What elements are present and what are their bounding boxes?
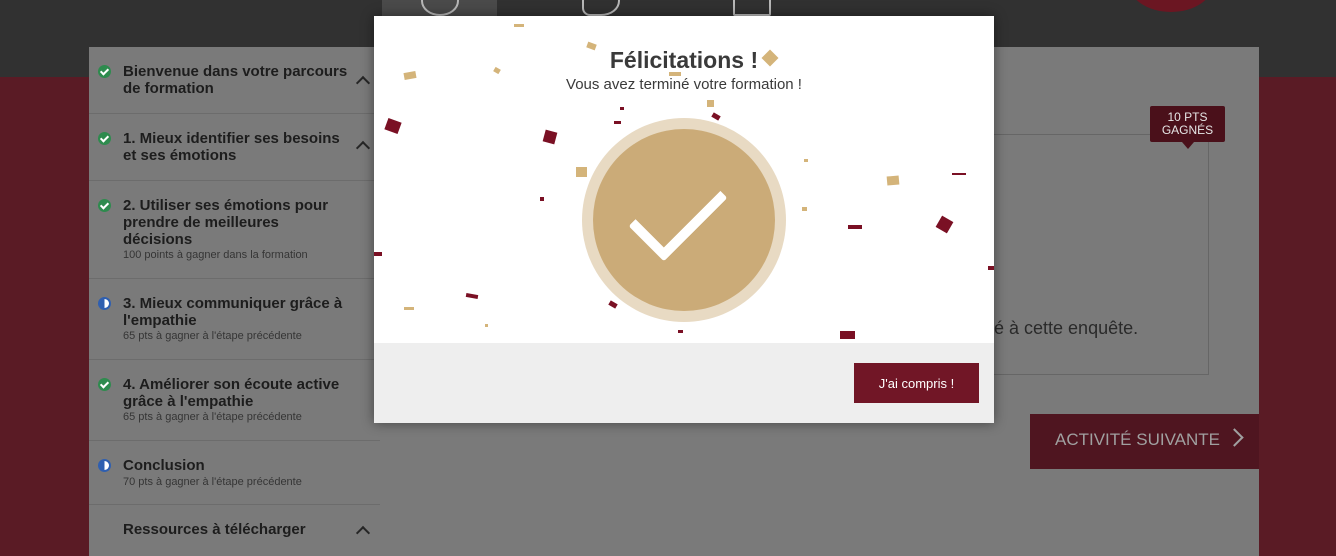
confetti-piece bbox=[514, 24, 524, 27]
chevron-up-icon[interactable] bbox=[355, 75, 371, 91]
confetti-piece bbox=[848, 225, 862, 229]
confetti-piece bbox=[576, 167, 587, 177]
chevron-up-icon[interactable] bbox=[355, 525, 371, 541]
sidebar-step-3[interactable]: 3. Mieux communiquer grâce à l'empathie … bbox=[89, 279, 380, 360]
confetti-piece bbox=[620, 107, 624, 110]
sidebar-step-1[interactable]: 1. Mieux identifier ses besoins et ses é… bbox=[89, 114, 380, 181]
step-title: Bienvenue dans votre parcours de formati… bbox=[123, 63, 348, 97]
check-circle-icon bbox=[582, 118, 786, 322]
confetti-piece bbox=[988, 266, 994, 270]
confirm-button[interactable]: J'ai compris ! bbox=[854, 363, 979, 403]
confetti-piece bbox=[374, 252, 382, 256]
confetti-piece bbox=[384, 117, 402, 135]
checkmark-icon bbox=[628, 162, 728, 262]
confetti-piece bbox=[935, 215, 954, 234]
step-subtitle: 65 pts à gagner à l'étape précédente bbox=[123, 330, 302, 342]
confetti-piece bbox=[678, 330, 683, 333]
sidebar-step-2[interactable]: 2. Utiliser ses émotions pour prendre de… bbox=[89, 181, 380, 279]
step-title: 1. Mieux identifier ses besoins et ses é… bbox=[123, 130, 340, 164]
check-circle-icon bbox=[98, 378, 111, 391]
sidebar-step-welcome[interactable]: Bienvenue dans votre parcours de formati… bbox=[89, 47, 380, 114]
step-title: 3. Mieux communiquer grâce à l'empathie bbox=[123, 295, 343, 329]
step-title: Conclusion bbox=[123, 457, 205, 474]
confetti-piece bbox=[886, 175, 900, 186]
sidebar-step-4[interactable]: 4. Améliorer son écoute active grâce à l… bbox=[89, 360, 380, 441]
clock-icon bbox=[421, 0, 459, 16]
course-sidebar: Bienvenue dans votre parcours de formati… bbox=[89, 47, 380, 556]
sidebar-step-resources[interactable]: Ressources à télécharger bbox=[89, 505, 380, 556]
confetti-piece bbox=[465, 292, 479, 300]
modal-title: Félicitations ! bbox=[609, 47, 759, 73]
confetti-piece bbox=[840, 331, 855, 339]
confetti-piece bbox=[540, 197, 544, 201]
progress-circle-icon bbox=[98, 297, 111, 310]
confetti-piece bbox=[608, 300, 618, 309]
confetti-piece bbox=[711, 112, 721, 121]
step-title: 2. Utiliser ses émotions pour prendre de… bbox=[123, 197, 329, 248]
confetti-piece bbox=[404, 307, 414, 310]
congratulations-modal: Félicitations ! Vous avez terminé votre … bbox=[374, 16, 994, 423]
check-circle-icon bbox=[98, 199, 111, 212]
step-subtitle: 100 points à gagner dans la formation bbox=[123, 249, 308, 261]
modal-footer: J'ai compris ! bbox=[374, 343, 994, 423]
sidebar-step-conclusion[interactable]: Conclusion 70 pts à gagner à l'étape pré… bbox=[89, 441, 380, 505]
check-circle-icon bbox=[98, 132, 111, 145]
points-badge: 10 PTS GAGNÉS bbox=[1150, 106, 1225, 149]
step-subtitle: 70 pts à gagner à l'étape précédente bbox=[123, 476, 302, 488]
modal-subtitle: Vous avez terminé votre formation ! bbox=[566, 76, 802, 93]
chevron-up-icon[interactable] bbox=[355, 140, 371, 156]
confetti-piece bbox=[614, 121, 621, 124]
confetti-piece bbox=[952, 173, 966, 175]
activity-body-text: é à cette enquête. bbox=[994, 318, 1139, 338]
check-circle-icon bbox=[98, 65, 111, 78]
step-title: Ressources à télécharger bbox=[123, 521, 306, 538]
progress-circle-icon bbox=[98, 459, 111, 472]
chart-icon[interactable] bbox=[733, 0, 771, 16]
confetti-piece bbox=[802, 207, 807, 211]
confetti-piece bbox=[542, 129, 558, 145]
step-title: 4. Améliorer son écoute active grâce à l… bbox=[123, 376, 340, 410]
next-activity-button[interactable]: ACTIVITÉ SUIVANTE bbox=[1030, 414, 1259, 469]
confetti-piece bbox=[804, 159, 808, 162]
confetti-piece bbox=[485, 324, 488, 327]
confetti-piece bbox=[707, 100, 714, 107]
step-subtitle: 65 pts à gagner à l'étape précédente bbox=[123, 411, 302, 423]
